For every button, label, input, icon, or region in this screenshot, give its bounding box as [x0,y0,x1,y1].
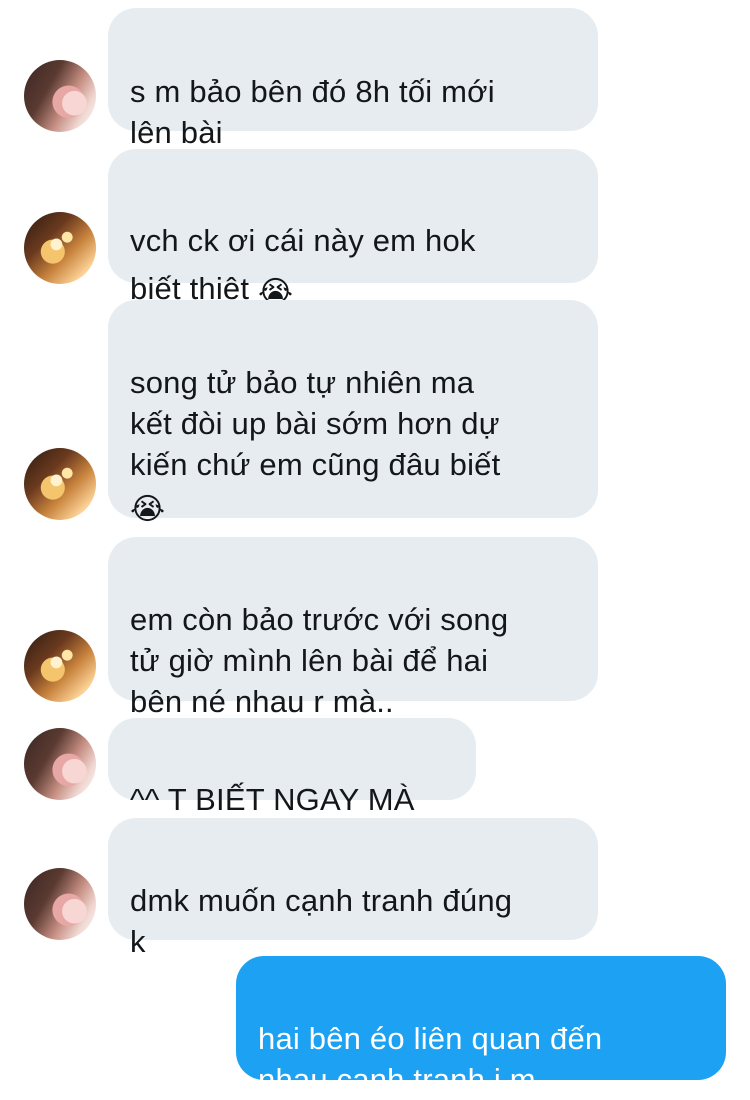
message-text: song tử bảo tự nhiên ma kết đòi up bài s… [130,365,501,482]
message-bubble-received[interactable]: s m bảo bên đó 8h tối mới lên bài [108,8,598,150]
message-bubble-received[interactable]: dmk muốn cạnh tranh đúng k [108,818,598,959]
sender-avatar[interactable] [24,630,96,702]
sender-avatar[interactable] [24,728,96,800]
sender-avatar[interactable] [24,60,96,132]
message-bubble-received[interactable]: ^^ T BIẾT NGAY MÀ [108,718,476,817]
sender-avatar[interactable] [24,448,96,520]
message-text: dmk muốn cạnh tranh đúng k [130,883,513,959]
message-bubble-received[interactable]: vch ck ơi cái này em hok biết thiệt 😭 [108,149,598,310]
message-bubble-received[interactable]: song tử bảo tự nhiên ma kết đòi up bài s… [108,300,598,527]
message-text: s m bảo bên đó 8h tối mới lên bài [130,74,495,150]
crying-face-icon: 😭 [130,492,166,527]
message-bubble-sent[interactable]: hai bên éo liên quan đến nhau cạnh tranh… [236,956,726,1097]
sender-avatar[interactable] [24,212,96,284]
message-text: em còn bảo trước với song tử giờ mình lê… [130,602,509,719]
message-bubble-received[interactable]: em còn bảo trước với song tử giờ mình lê… [108,537,598,719]
message-thread: s m bảo bên đó 8h tối mới lên bài vch ck… [0,0,750,1097]
sender-avatar[interactable] [24,868,96,940]
message-text: ^^ T BIẾT NGAY MÀ [130,782,415,817]
message-text: vch ck ơi cái này em hok biết thiệt [130,223,476,306]
